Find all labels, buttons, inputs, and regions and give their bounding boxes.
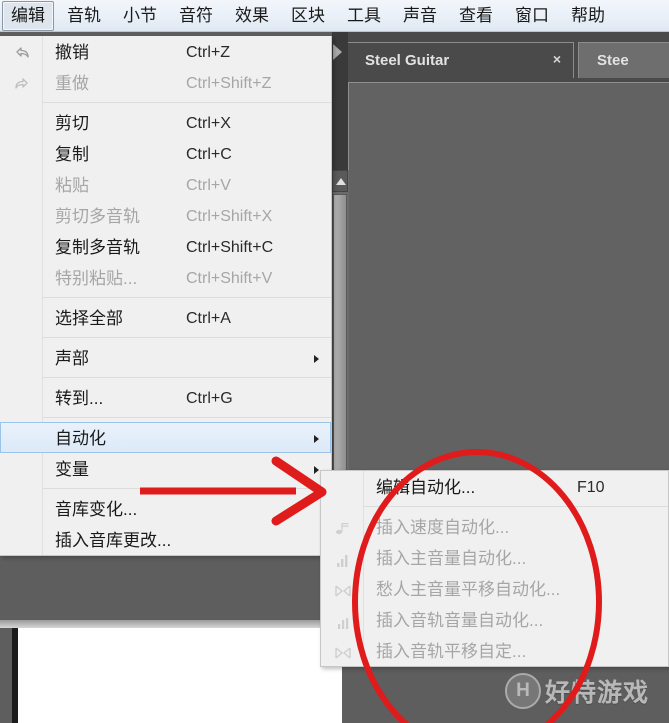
submenu-item-insert-track-pan-automation[interactable]: 插入音轨平移自定... xyxy=(321,635,668,666)
menu-item-label: 复制多音轨 xyxy=(55,238,140,257)
menu-item-label: 粘贴 xyxy=(55,176,89,195)
menu-item-label: 变量 xyxy=(55,460,89,479)
menu-bar: 编辑 音轨 小节 音符 效果 区块 工具 声音 查看 窗口 帮助 xyxy=(0,0,669,32)
triangle-up-icon xyxy=(336,178,346,185)
document-top-rule xyxy=(0,620,349,628)
menu-separator xyxy=(42,377,331,378)
menu-separator xyxy=(42,297,331,298)
menu-item-shortcut: Ctrl+C xyxy=(186,146,232,163)
menu-item-shortcut: Ctrl+Shift+X xyxy=(186,208,273,225)
menu-item-redo[interactable]: 重做 Ctrl+Shift+Z xyxy=(0,67,331,98)
menu-item-undo[interactable]: 撤销 Ctrl+Z xyxy=(0,36,331,67)
submenu-item-insert-tempo-automation[interactable]: 插入速度自动化... xyxy=(321,511,668,542)
menu-item-automation[interactable]: 自动化 xyxy=(0,422,331,453)
menu-item-label: 插入音轨音量自动化... xyxy=(376,611,544,630)
watermark-text: 好特游戏 xyxy=(545,679,650,707)
menu-item-copy[interactable]: 复制 Ctrl+C xyxy=(0,138,331,169)
menu-item-shortcut: Ctrl+Z xyxy=(186,44,230,61)
menu-item-copy-multitrack[interactable]: 复制多音轨 Ctrl+Shift+C xyxy=(0,231,331,262)
menu-item-shortcut: Ctrl+G xyxy=(186,390,233,407)
automation-submenu: 编辑自动化... F10 插入速度自动化... 插入主音量自动化... 愁人主音… xyxy=(320,470,669,667)
tab-steel-guitar-secondary[interactable]: Stee xyxy=(578,42,669,78)
menu-item-label: 愁人主音量平移自动化... xyxy=(376,580,561,599)
tab-strip: Steel Guitar × Stee xyxy=(332,32,669,86)
track-volume-icon xyxy=(333,611,353,631)
menubar-item-track[interactable]: 音轨 xyxy=(58,1,110,31)
menubar-item-section[interactable]: 区块 xyxy=(282,1,334,31)
expand-panel-arrow-icon[interactable] xyxy=(333,44,342,60)
redo-icon xyxy=(12,74,32,94)
menu-item-label: 自动化 xyxy=(55,429,106,448)
menu-item-paste-special[interactable]: 特别粘贴... Ctrl+Shift+V xyxy=(0,262,331,293)
menubar-item-window[interactable]: 窗口 xyxy=(506,1,558,31)
menu-item-select-all[interactable]: 选择全部 Ctrl+A xyxy=(0,302,331,333)
menu-item-label: 剪切多音轨 xyxy=(55,207,140,226)
tab-label: Steel Guitar xyxy=(365,52,450,69)
menubar-item-tools[interactable]: 工具 xyxy=(338,1,390,31)
menu-item-cut-multitrack[interactable]: 剪切多音轨 Ctrl+Shift+X xyxy=(0,200,331,231)
menubar-item-view[interactable]: 查看 xyxy=(450,1,502,31)
menu-item-label: 重做 xyxy=(55,74,89,93)
menu-item-shortcut: Ctrl+Shift+Z xyxy=(186,75,272,92)
chevron-right-icon xyxy=(314,355,319,363)
menu-item-label: 插入音轨平移自定... xyxy=(376,642,527,661)
menu-item-paste[interactable]: 粘贴 Ctrl+V xyxy=(0,169,331,200)
menu-item-soundbank-change[interactable]: 音库变化... xyxy=(0,493,331,524)
menu-item-insert-soundbank-change[interactable]: 插入音库更改... xyxy=(0,524,331,555)
submenu-item-edit-automation[interactable]: 编辑自动化... F10 xyxy=(321,471,668,502)
undo-icon xyxy=(12,43,32,63)
menu-item-shortcut: Ctrl+Shift+C xyxy=(186,239,274,256)
menu-item-label: 剪切 xyxy=(55,114,89,133)
menu-item-label: 声部 xyxy=(55,349,89,368)
menu-item-shortcut: F10 xyxy=(577,479,605,496)
menubar-item-note[interactable]: 音符 xyxy=(170,1,222,31)
menubar-item-measure[interactable]: 小节 xyxy=(114,1,166,31)
submenu-item-insert-master-volume-automation[interactable]: 插入主音量自动化... xyxy=(321,542,668,573)
menu-item-shortcut: Ctrl+Shift+V xyxy=(186,270,273,287)
watermark-logo-icon: H xyxy=(505,673,541,709)
menu-item-variables[interactable]: 变量 xyxy=(0,453,331,484)
master-volume-icon xyxy=(333,549,353,569)
menu-separator xyxy=(363,506,668,507)
menu-separator xyxy=(42,488,331,489)
menu-item-shortcut: Ctrl+V xyxy=(186,177,231,194)
tempo-icon xyxy=(333,518,353,538)
menu-item-label: 插入速度自动化... xyxy=(376,518,510,537)
menu-separator xyxy=(42,417,331,418)
menu-item-label: 音库变化... xyxy=(55,500,138,519)
menubar-item-sound[interactable]: 声音 xyxy=(394,1,446,31)
chevron-right-icon xyxy=(314,435,319,443)
master-pan-icon xyxy=(333,580,353,600)
menu-item-shortcut: Ctrl+A xyxy=(186,310,231,327)
menu-separator xyxy=(42,337,331,338)
menu-item-label: 插入主音量自动化... xyxy=(376,549,527,568)
menu-item-goto[interactable]: 转到... Ctrl+G xyxy=(0,382,331,413)
scroll-up-button[interactable] xyxy=(332,170,348,192)
menubar-item-help[interactable]: 帮助 xyxy=(562,1,614,31)
menu-item-label: 复制 xyxy=(55,145,89,164)
tab-steel-guitar[interactable]: Steel Guitar × xyxy=(346,42,574,78)
document-page[interactable] xyxy=(12,628,342,723)
track-pan-icon xyxy=(333,642,353,662)
close-icon[interactable]: × xyxy=(553,52,561,66)
menu-item-voice[interactable]: 声部 xyxy=(0,342,331,373)
watermark: H 好特游戏 xyxy=(505,673,649,709)
submenu-item-insert-track-volume-automation[interactable]: 插入音轨音量自动化... xyxy=(321,604,668,635)
menu-separator xyxy=(42,102,331,103)
menubar-item-edit[interactable]: 编辑 xyxy=(2,0,54,31)
menu-item-label: 特别粘贴... xyxy=(55,269,138,288)
submenu-item-insert-master-pan-automation[interactable]: 愁人主音量平移自动化... xyxy=(321,573,668,604)
menu-item-cut[interactable]: 剪切 Ctrl+X xyxy=(0,107,331,138)
tab-label: Stee xyxy=(597,52,629,69)
menu-item-label: 选择全部 xyxy=(55,309,123,328)
menu-item-label: 撤销 xyxy=(55,43,89,62)
menu-item-shortcut: Ctrl+X xyxy=(186,115,231,132)
menu-item-label: 插入音库更改... xyxy=(55,531,172,550)
menubar-item-effects[interactable]: 效果 xyxy=(226,1,278,31)
chevron-right-icon xyxy=(314,466,319,474)
menu-item-label: 编辑自动化... xyxy=(376,478,476,497)
edit-dropdown-menu: 撤销 Ctrl+Z 重做 Ctrl+Shift+Z 剪切 Ctrl+X 复制 C… xyxy=(0,36,332,556)
menu-item-label: 转到... xyxy=(55,389,104,408)
